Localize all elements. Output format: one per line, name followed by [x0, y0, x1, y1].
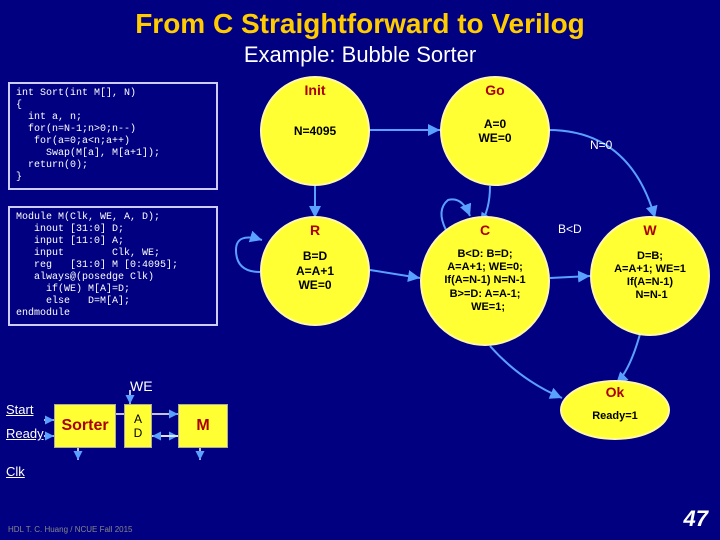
state-go-name: Go — [485, 82, 504, 98]
state-w-name: W — [643, 222, 656, 238]
state-c: C B<D: B=D; A=A+1; WE=0; If(A=N-1) N=N-1… — [420, 216, 550, 346]
port-a: A — [134, 412, 142, 426]
state-go-body: A=0 WE=0 — [478, 117, 511, 146]
state-r-body: B=D A=A+1 WE=0 — [296, 249, 334, 292]
edge-label-bd: B<D — [558, 222, 582, 236]
block-m: M — [178, 404, 228, 448]
state-init-body: N=4095 — [294, 124, 336, 138]
block-ad: A D — [124, 404, 152, 448]
state-w: W D=B; A=A+1; WE=1 If(A=N-1) N=N-1 — [590, 216, 710, 336]
state-ok: Ok Ready=1 — [560, 380, 670, 440]
block-sorter: Sorter — [54, 404, 116, 448]
state-ok-body: Ready=1 — [592, 410, 638, 423]
port-d: D — [134, 426, 143, 440]
state-ok-name: Ok — [606, 384, 625, 400]
c-code-block: int Sort(int M[], N) { int a, n; for(n=N… — [8, 82, 218, 190]
state-go: Go A=0 WE=0 — [440, 76, 550, 186]
state-r: R B=D A=A+1 WE=0 — [260, 216, 370, 326]
state-init: Init N=4095 — [260, 76, 370, 186]
verilog-code-block: Module M(Clk, WE, A, D); inout [31:0] D;… — [8, 206, 218, 326]
state-r-name: R — [310, 222, 320, 238]
state-c-body: B<D: B=D; A=A+1; WE=0; If(A=N-1) N=N-1 B… — [444, 248, 525, 314]
signal-start: Start — [6, 402, 33, 417]
slide-title: From C Straightforward to Verilog — [0, 0, 720, 40]
signal-clk: Clk — [6, 464, 25, 479]
signal-ready: Ready — [6, 426, 44, 441]
page-number: 47 — [684, 506, 708, 532]
footer-text: HDL T. C. Huang / NCUE Fall 2015 — [8, 525, 133, 534]
signal-we: WE — [130, 378, 153, 394]
state-init-name: Init — [305, 82, 326, 98]
slide-subtitle: Example: Bubble Sorter — [0, 42, 720, 68]
state-c-name: C — [480, 222, 490, 238]
state-w-body: D=B; A=A+1; WE=1 If(A=N-1) N=N-1 — [614, 250, 686, 303]
edge-label-n0: N=0 — [590, 138, 612, 152]
